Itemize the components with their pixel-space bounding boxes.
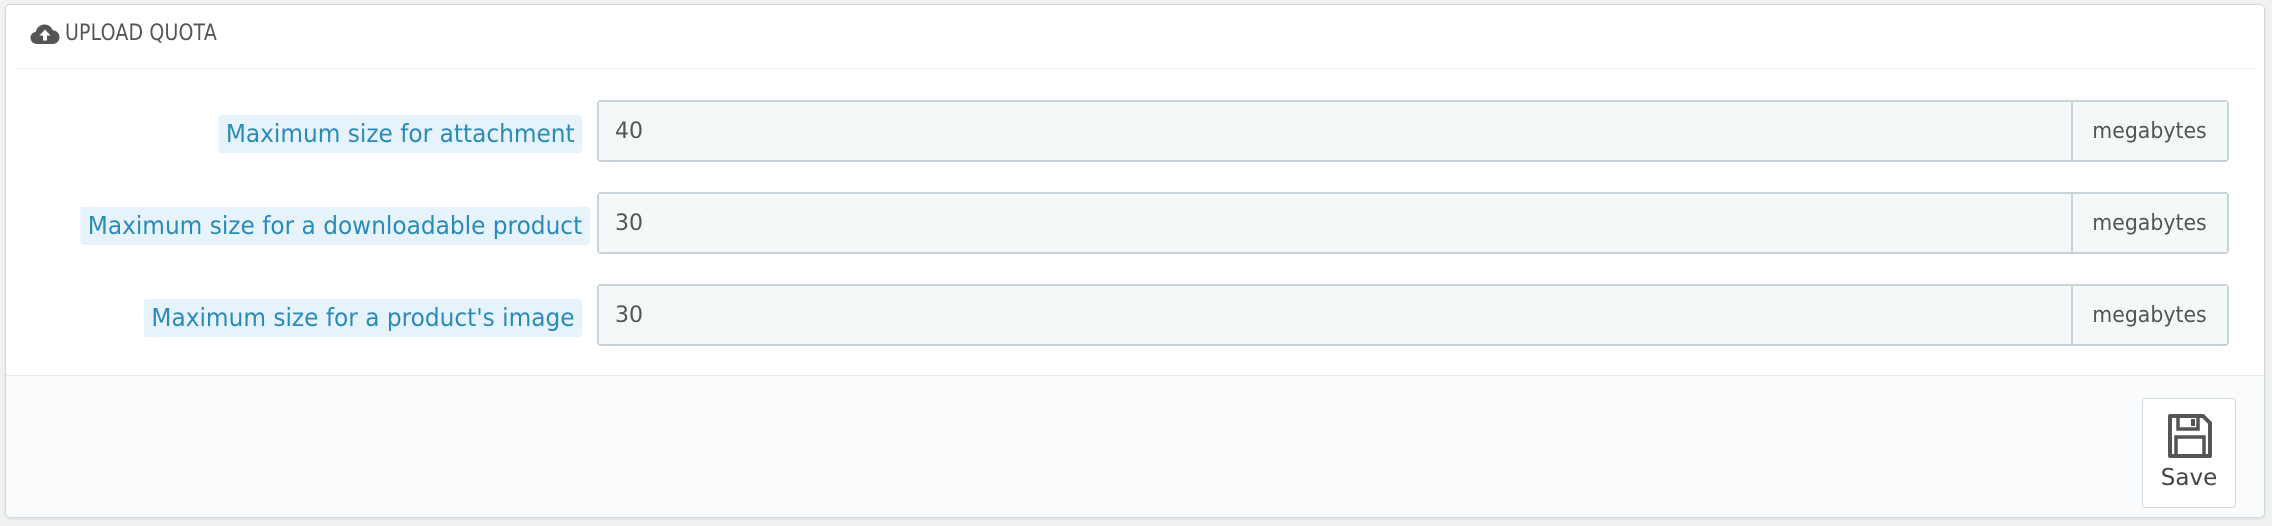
downloadable-product-size-unit: megabytes bbox=[2071, 194, 2227, 252]
downloadable-product-size-input-group: megabytes bbox=[597, 192, 2229, 254]
product-image-size-unit: megabytes bbox=[2071, 286, 2227, 344]
cloud-upload-icon bbox=[30, 24, 60, 44]
panel-title: UPLOAD QUOTA bbox=[65, 21, 217, 46]
panel-heading: UPLOAD QUOTA bbox=[16, 5, 2256, 69]
product-image-size-label: Maximum size for a product's image bbox=[143, 299, 582, 337]
floppy-disk-icon bbox=[2168, 414, 2212, 458]
form-row-downloadable-product: Maximum size for a downloadable product … bbox=[6, 192, 2264, 254]
attachment-size-label: Maximum size for attachment bbox=[218, 115, 582, 153]
save-button-label: Save bbox=[2160, 465, 2218, 491]
attachment-size-input-group: megabytes bbox=[597, 100, 2229, 162]
attachment-size-unit: megabytes bbox=[2071, 102, 2227, 160]
panel-footer: Save bbox=[6, 375, 2264, 517]
form-row-attachment: Maximum size for attachment megabytes bbox=[6, 100, 2264, 162]
downloadable-product-size-label: Maximum size for a downloadable product bbox=[80, 207, 590, 245]
product-image-size-input-group: megabytes bbox=[597, 284, 2229, 346]
downloadable-product-size-input[interactable] bbox=[599, 194, 2071, 252]
attachment-size-input[interactable] bbox=[599, 102, 2071, 160]
downloadable-product-size-unit-text: megabytes bbox=[2092, 210, 2208, 236]
upload-quota-panel: UPLOAD QUOTA Maximum size for attachment… bbox=[5, 4, 2265, 518]
attachment-size-unit-text: megabytes bbox=[2092, 118, 2208, 144]
product-image-size-unit-text: megabytes bbox=[2092, 302, 2208, 328]
save-button[interactable]: Save bbox=[2142, 398, 2236, 508]
product-image-size-input[interactable] bbox=[599, 286, 2071, 344]
form-row-product-image: Maximum size for a product's image megab… bbox=[6, 284, 2264, 346]
